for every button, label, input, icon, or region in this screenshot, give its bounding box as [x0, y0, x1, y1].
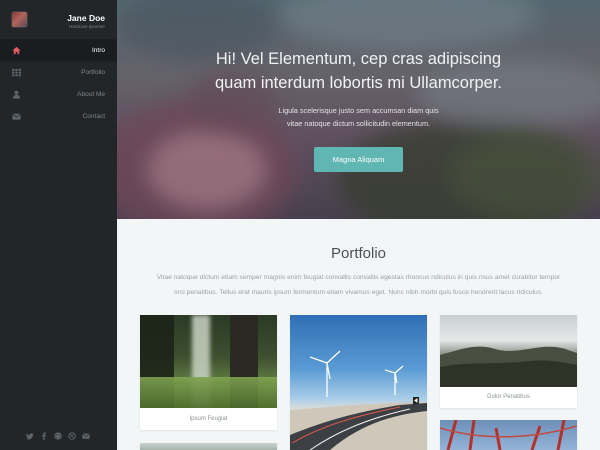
email-icon[interactable]	[82, 432, 90, 440]
profile-name: Jane Doe	[67, 13, 105, 23]
dribbble-icon[interactable]	[68, 432, 76, 440]
portfolio-intro-line: Vitae natoque dictum etiam semper magnis…	[156, 274, 561, 281]
hero-text-line: Ligula scelerisque justo sem accumsan di…	[278, 106, 439, 115]
portfolio-image	[440, 420, 577, 450]
sidebar-item-about-me[interactable]: About Me	[0, 84, 117, 106]
portfolio-image	[440, 315, 577, 387]
portfolio-caption: Ipsum Feugiat	[189, 416, 228, 422]
github-icon[interactable]	[54, 432, 62, 440]
envelope-icon	[12, 113, 21, 120]
portfolio-item[interactable]: Ipsum Feugiat	[140, 315, 277, 430]
sidebar-item-portfolio[interactable]: Portfolio	[0, 62, 117, 84]
sidebar-item-label: Contact	[82, 113, 105, 120]
portfolio-intro: Vitae natoque dictum etiam semper magnis…	[117, 271, 600, 300]
portfolio-title: Portfolio	[330, 245, 387, 262]
sidebar-item-intro[interactable]: Intro	[0, 40, 117, 62]
portfolio-item[interactable]	[440, 420, 577, 450]
twitter-icon[interactable]	[26, 432, 34, 440]
portfolio-image	[140, 315, 277, 408]
portfolio-caption: Dolor Penatibus	[487, 394, 530, 400]
portfolio-item[interactable]	[140, 443, 277, 450]
portfolio-image	[290, 315, 427, 450]
portfolio-item[interactable]: Dolor Penatibus	[440, 315, 577, 408]
hero-title-line: Hi! Vel Elementum, cep cras adipiscing	[215, 50, 502, 68]
facebook-icon[interactable]	[40, 432, 48, 440]
home-icon	[12, 46, 21, 55]
portfolio-item[interactable]	[290, 315, 427, 450]
profile-subtitle: Hardcore Ipsumer	[68, 24, 105, 29]
profile-header: Jane Doe Hardcore Ipsumer	[0, 0, 117, 40]
hero-title-line: quam interdum lobortis mi Ullamcorper.	[214, 74, 503, 92]
sidebar-nav: Intro Portfolio About Me Contact	[0, 40, 117, 128]
hero-title: Hi! Vel Elementum, cep cras adipiscing q…	[117, 47, 600, 95]
sidebar-item-label: Intro	[91, 47, 105, 54]
hero-text-line: vitae natoque dictum sollicitudin elemen…	[286, 119, 431, 128]
user-icon	[12, 90, 21, 99]
sidebar: Jane Doe Hardcore Ipsumer Intro Portfoli…	[0, 0, 117, 450]
grid-icon	[12, 68, 21, 77]
social-links	[26, 432, 90, 440]
landscape-illustration	[440, 346, 577, 387]
portfolio-intro-line: orci penatibus. Tellus erat mauris ipsum…	[174, 288, 543, 296]
sidebar-item-contact[interactable]: Contact	[0, 106, 117, 128]
sidebar-item-label: Portfolio	[81, 69, 105, 76]
image-grass	[140, 377, 277, 408]
hero-text: Ligula scelerisque justo sem accumsan di…	[117, 104, 600, 130]
hero-cta-button[interactable]: Magna Aliquam	[314, 147, 403, 172]
hero-banner: Hi! Vel Elementum, cep cras adipiscing q…	[117, 0, 600, 219]
bridge-illustration	[440, 420, 577, 450]
avatar	[12, 12, 27, 27]
portfolio-image	[140, 443, 277, 450]
turbines-road-illustration	[290, 350, 427, 450]
sidebar-item-label: About Me	[77, 91, 105, 98]
